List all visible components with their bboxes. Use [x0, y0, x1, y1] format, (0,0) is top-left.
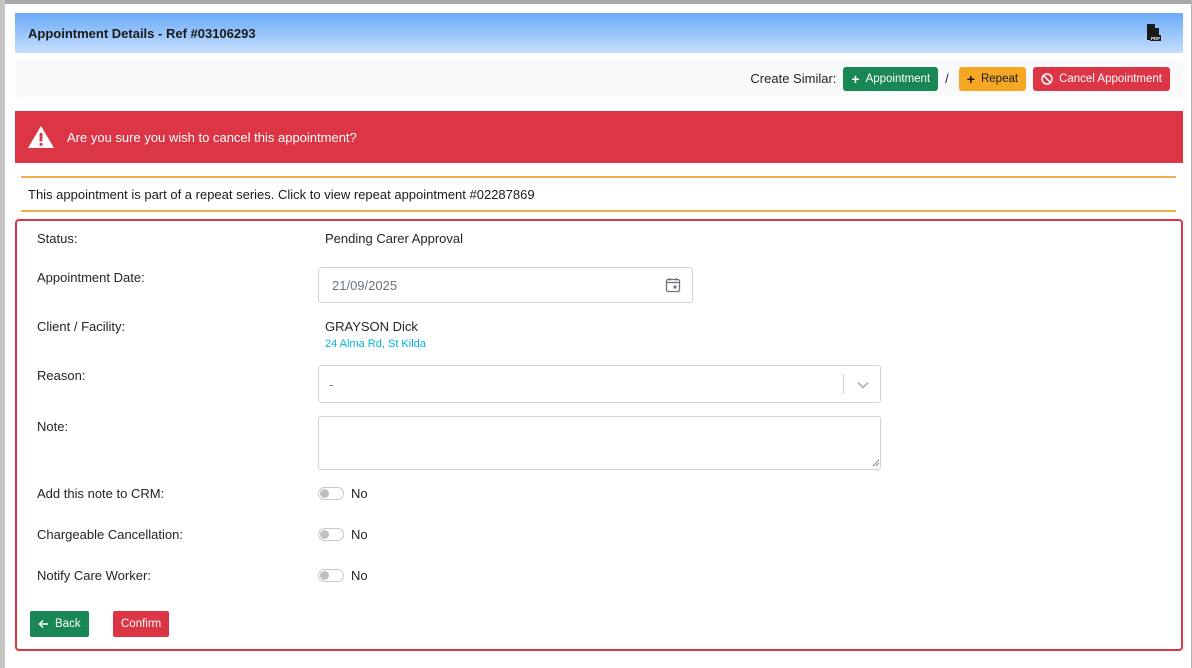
- note-label: Note:: [37, 419, 69, 434]
- cancel-appointment-button[interactable]: Cancel Appointment: [1033, 66, 1170, 91]
- cancel-confirmation-alert: Are you sure you wish to cancel this app…: [15, 111, 1183, 163]
- create-appointment-button[interactable]: + Appointment: [843, 66, 939, 91]
- back-label: Back: [55, 618, 81, 630]
- arrow-left-icon: [38, 619, 48, 629]
- window-frame-left: [0, 0, 5, 668]
- client-name: GRAYSON Dick: [325, 319, 418, 334]
- window-frame-top: [0, 0, 1192, 4]
- appointment-date-label: Appointment Date:: [37, 270, 145, 285]
- notify-care-worker-value: No: [351, 568, 368, 583]
- reason-select[interactable]: -: [318, 365, 881, 403]
- back-button[interactable]: Back: [30, 611, 89, 637]
- status-value: Pending Carer Approval: [325, 231, 464, 246]
- status-label: Status:: [37, 231, 78, 246]
- chargeable-cancellation-label: Chargeable Cancellation:: [37, 527, 183, 542]
- create-appointment-label: Appointment: [865, 72, 931, 85]
- select-divider: [843, 374, 844, 394]
- note-textarea[interactable]: [318, 416, 881, 470]
- repeat-series-link[interactable]: This appointment is part of a repeat ser…: [21, 176, 1176, 212]
- confirm-label: Confirm: [121, 618, 162, 630]
- appointment-date-input[interactable]: 21/09/2025: [318, 267, 693, 303]
- appointment-date-value: 21/09/2025: [332, 277, 398, 293]
- client-address-link[interactable]: 24 Alma Rd, St Kilda: [325, 338, 426, 350]
- chargeable-cancellation-value: No: [351, 527, 368, 542]
- reason-label: Reason:: [37, 368, 86, 383]
- notify-care-worker-toggle[interactable]: [318, 569, 344, 582]
- warning-icon: [28, 126, 54, 148]
- crm-toggle-value: No: [351, 486, 368, 501]
- client-facility-label: Client / Facility:: [37, 319, 126, 334]
- cancel-form: Status: Pending Carer Approval Appointme…: [15, 219, 1183, 651]
- chevron-down-icon[interactable]: [856, 378, 870, 392]
- notify-care-worker-label: Notify Care Worker:: [37, 568, 151, 583]
- reason-selected-value: -: [329, 376, 334, 392]
- panel-header: Appointment Details - Ref #03106293 PDF: [15, 13, 1183, 53]
- crm-toggle[interactable]: [318, 487, 344, 500]
- crm-label: Add this note to CRM:: [37, 486, 165, 501]
- create-repeat-label: Repeat: [980, 72, 1019, 85]
- toolbar-separator: /: [945, 71, 949, 86]
- chargeable-cancellation-toggle[interactable]: [318, 528, 344, 541]
- confirm-button[interactable]: Confirm: [113, 611, 170, 637]
- svg-text:PDF: PDF: [1151, 36, 1160, 41]
- resize-grip-icon[interactable]: [872, 459, 880, 467]
- alert-message: Are you sure you wish to cancel this app…: [67, 129, 357, 145]
- plus-icon: +: [851, 70, 860, 87]
- create-repeat-button[interactable]: + Repeat: [958, 66, 1027, 91]
- toolbar: Create Similar: + Appointment / + Repeat…: [15, 60, 1183, 97]
- repeat-series-message: This appointment is part of a repeat ser…: [28, 186, 535, 202]
- page-title: Appointment Details - Ref #03106293: [28, 25, 256, 41]
- calendar-icon[interactable]: [665, 277, 681, 293]
- pdf-file-icon[interactable]: PDF: [1145, 24, 1161, 42]
- ban-icon: [1041, 72, 1053, 85]
- cancel-appointment-label: Cancel Appointment: [1059, 72, 1162, 85]
- create-similar-label: Create Similar:: [750, 71, 837, 86]
- plus-icon: +: [966, 70, 975, 87]
